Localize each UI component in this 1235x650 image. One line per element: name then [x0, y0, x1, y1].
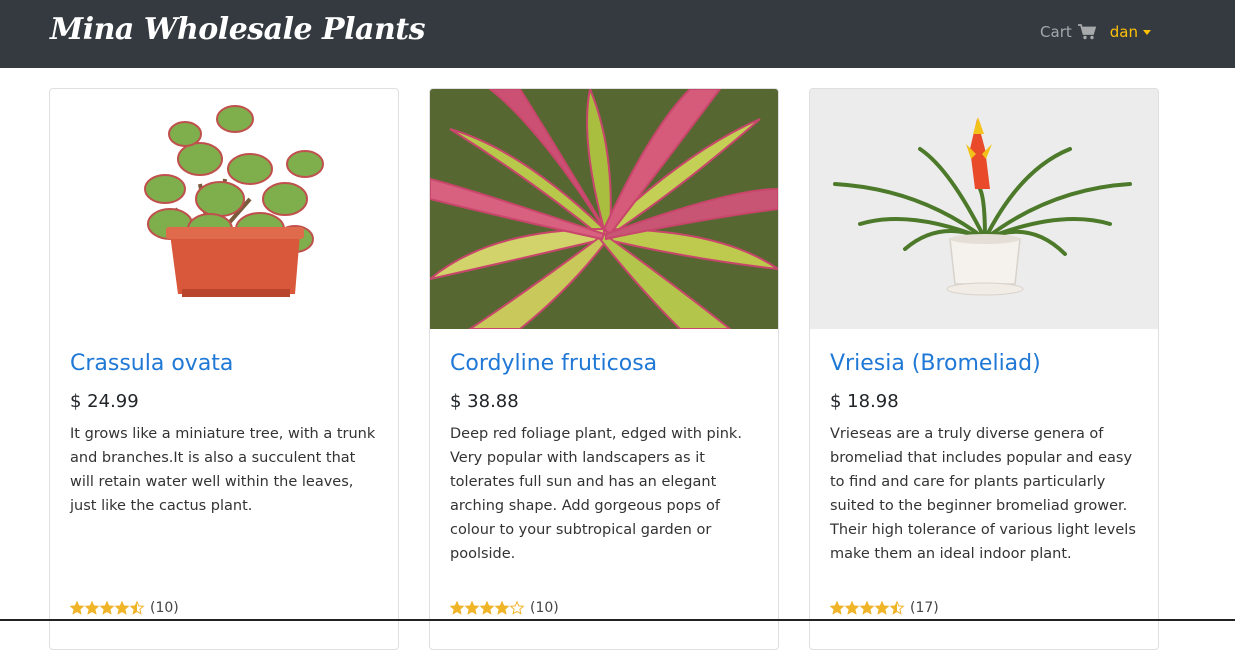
user-name: dan	[1109, 23, 1138, 41]
review-count: (10)	[150, 600, 179, 616]
top-navbar: Mina Wholesale Plants Cart dan	[0, 0, 1235, 68]
nav-right: Cart dan	[1040, 21, 1151, 43]
product-rating: (10)	[450, 600, 559, 616]
product-image[interactable]	[50, 89, 398, 329]
product-title[interactable]: Cordyline fruticosa	[450, 351, 657, 376]
caret-down-icon	[1143, 30, 1151, 35]
product-card: Crassula ovata $ 24.99 It grows like a m…	[49, 88, 399, 650]
product-description: It grows like a miniature tree, with a t…	[70, 426, 376, 514]
product-price: $ 18.98	[830, 391, 899, 412]
product-rating: (17)	[830, 600, 939, 616]
product-card: Cordyline fruticosa $ 38.88 Deep red fol…	[429, 88, 779, 650]
product-image[interactable]	[810, 89, 1158, 329]
star-rating-icon	[70, 601, 146, 615]
product-description: Vrieseas are a truly diverse genera of b…	[830, 426, 1136, 562]
review-count: (17)	[910, 600, 939, 616]
cart-link[interactable]: Cart	[1040, 23, 1096, 41]
product-price: $ 24.99	[70, 391, 139, 412]
shopping-cart-icon	[1077, 24, 1096, 40]
product-image[interactable]	[430, 89, 778, 329]
site-brand[interactable]: Mina Wholesale Plants	[50, 12, 426, 47]
user-dropdown[interactable]: dan	[1110, 23, 1151, 41]
review-count: (10)	[530, 600, 559, 616]
star-rating-icon	[450, 601, 526, 615]
star-rating-icon	[830, 601, 906, 615]
product-price: $ 38.88	[450, 391, 519, 412]
cart-label: Cart	[1040, 23, 1072, 41]
product-description: Deep red foliage plant, edged with pink.…	[450, 426, 742, 562]
product-title[interactable]: Vriesia (Bromeliad)	[830, 351, 1041, 376]
product-rating: (10)	[70, 600, 179, 616]
product-card: Vriesia (Bromeliad) $ 18.98 Vrieseas are…	[809, 88, 1159, 650]
product-title[interactable]: Crassula ovata	[70, 351, 233, 376]
